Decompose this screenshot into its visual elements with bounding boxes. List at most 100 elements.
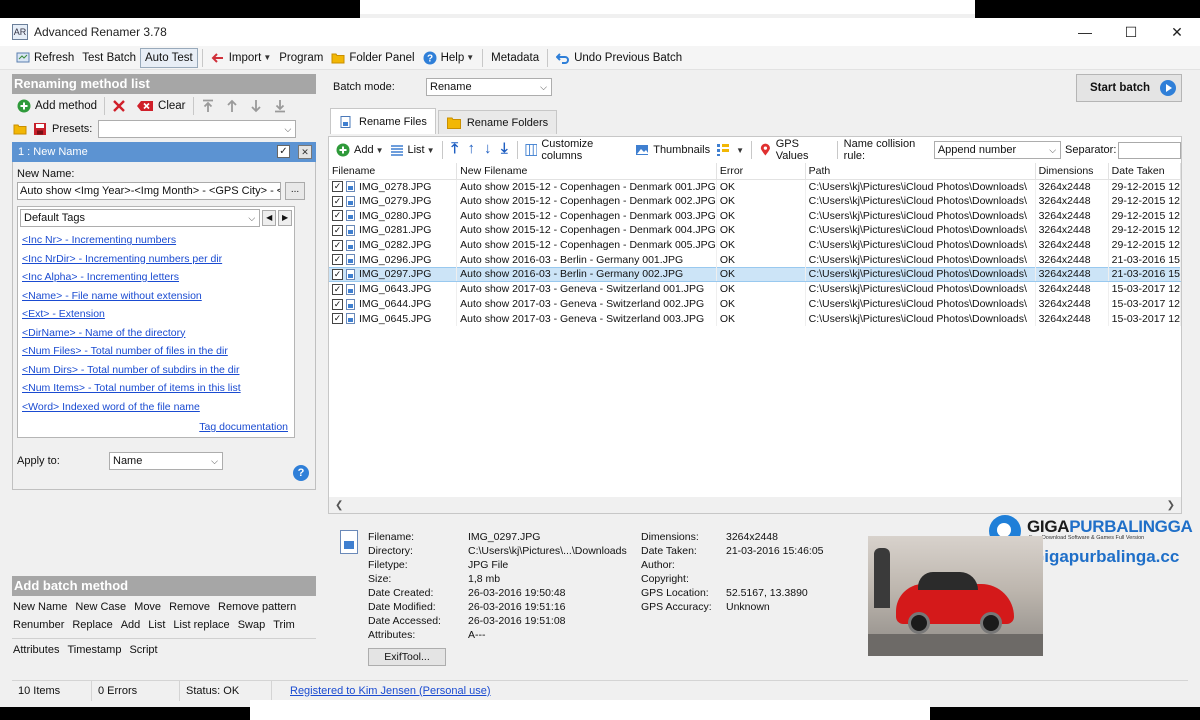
column-header-error[interactable]: Error xyxy=(716,163,806,180)
move-top-button[interactable] xyxy=(198,96,222,116)
start-batch-button[interactable]: Start batch xyxy=(1076,74,1182,102)
move-bottom-button[interactable] xyxy=(270,96,294,116)
method-timestamp[interactable]: Timestamp xyxy=(67,644,121,657)
row-checkbox[interactable]: ✓ xyxy=(332,210,343,222)
move-up-button[interactable] xyxy=(222,96,246,116)
table-row[interactable]: ✓ IMG_0278.JPG Auto show 2015-12 - Copenha… xyxy=(329,179,1182,194)
import-menu[interactable]: Import ▼ xyxy=(207,48,276,68)
scroll-right-icon[interactable]: ❯ xyxy=(1167,500,1175,511)
metadata-button[interactable]: Metadata xyxy=(487,48,543,68)
table-row[interactable]: ✓ IMG_0297.JPG Auto show 2016-03 - Berlin … xyxy=(329,266,1182,283)
table-row[interactable]: ✓ IMG_0282.JPG Auto show 2015-12 - Copenha… xyxy=(329,237,1182,253)
clear-button[interactable]: Clear xyxy=(133,96,188,116)
tag-link[interactable]: <Name> - File name without extension xyxy=(22,287,294,306)
test-batch-button[interactable]: Test Batch xyxy=(78,48,140,68)
row-checkbox[interactable]: ✓ xyxy=(332,225,343,237)
table-row[interactable]: ✓ IMG_0644.JPG Auto show 2017-03 - Geneva … xyxy=(329,296,1182,312)
tag-link[interactable]: <Num Dirs> - Total number of subdirs in … xyxy=(22,361,294,380)
method-attributes[interactable]: Attributes xyxy=(13,644,59,657)
close-button[interactable]: ✕ xyxy=(1154,18,1200,46)
row-checkbox[interactable]: ✓ xyxy=(332,195,343,207)
new-name-input[interactable]: Auto show <Img Year>-<Img Month> - <GPS … xyxy=(17,182,281,200)
column-header-path[interactable]: Path xyxy=(805,163,1036,180)
table-row[interactable]: ✓ IMG_0280.JPG Auto show 2015-12 - Copenha… xyxy=(329,208,1182,224)
method-remove[interactable]: Remove xyxy=(169,601,210,614)
row-checkbox[interactable]: ✓ xyxy=(332,254,343,266)
minimize-button[interactable]: — xyxy=(1062,18,1108,46)
tag-link[interactable]: <Ext> - Extension xyxy=(22,305,294,324)
maximize-button[interactable]: ☐ xyxy=(1108,18,1154,46)
refresh-button[interactable]: Refresh xyxy=(12,48,78,68)
method-script[interactable]: Script xyxy=(129,644,157,657)
registration-link[interactable]: Registered to Kim Jensen (Personal use) xyxy=(290,685,491,697)
tag-link[interactable]: <Inc NrDir> - Incrementing numbers per d… xyxy=(22,250,294,269)
column-header-dimensions[interactable]: Dimensions xyxy=(1035,163,1109,180)
tag-link[interactable]: <Word> Indexed word of the file name xyxy=(22,398,294,417)
tag-link[interactable]: <Num Items> - Total number of items in t… xyxy=(22,379,294,398)
tag-link[interactable]: <DirName> - Name of the directory xyxy=(22,324,294,343)
auto-test-toggle[interactable]: Auto Test xyxy=(139,47,198,68)
method-enabled-checkbox[interactable]: ✓ xyxy=(277,145,290,158)
save-icon[interactable] xyxy=(32,122,48,136)
arrow-up-icon[interactable]: ↑ xyxy=(463,141,480,159)
tag-link[interactable]: <Num Files> - Total number of files in t… xyxy=(22,342,294,361)
presets-dropdown[interactable]: ⌵ xyxy=(98,120,297,138)
collision-rule-dropdown[interactable]: Append number ⌵ xyxy=(933,141,1062,159)
list-menu[interactable]: List ▼ xyxy=(387,140,438,160)
row-checkbox[interactable]: ✓ xyxy=(332,269,343,281)
exiftool-button[interactable]: ExifTool... xyxy=(368,648,446,666)
tags-category-dropdown[interactable]: Default Tags ⌵ xyxy=(20,209,261,227)
apply-to-dropdown[interactable]: Name ⌵ xyxy=(109,452,223,470)
method-item-new-name[interactable]: 1 : New Name ✓ ✕ xyxy=(12,142,316,162)
separator-input[interactable] xyxy=(1118,141,1182,159)
open-folder-icon[interactable] xyxy=(12,122,28,136)
tab-rename-folders[interactable]: Rename Folders xyxy=(437,110,558,134)
customize-columns-button[interactable]: Customize columns xyxy=(522,138,633,162)
move-bottom-icon[interactable]: ⤓ xyxy=(496,141,513,159)
thumbnails-button[interactable]: Thumbnails xyxy=(632,140,713,160)
row-checkbox[interactable]: ✓ xyxy=(332,284,343,296)
program-button[interactable]: Program xyxy=(275,48,327,68)
table-row[interactable]: ✓ IMG_0643.JPG Auto show 2017-03 - Geneva … xyxy=(329,281,1182,297)
folder-panel-button[interactable]: Folder Panel xyxy=(327,48,418,68)
tag-documentation-link[interactable]: Tag documentation xyxy=(199,421,288,433)
method-list[interactable]: List xyxy=(148,619,165,632)
table-row[interactable]: ✓ IMG_0296.JPG Auto show 2016-03 - Berlin … xyxy=(329,252,1182,268)
undo-batch-button[interactable]: Undo Previous Batch xyxy=(552,48,686,68)
batch-mode-dropdown[interactable]: Rename ⌵ xyxy=(426,78,552,96)
move-down-button[interactable] xyxy=(246,96,270,116)
tab-rename-files[interactable]: Rename Files xyxy=(330,108,436,134)
add-files-menu[interactable]: Add ▼ xyxy=(333,140,387,160)
add-method-button[interactable]: Add method xyxy=(14,96,100,116)
gps-values-button[interactable]: GPS Values xyxy=(756,138,833,162)
row-checkbox[interactable]: ✓ xyxy=(332,298,343,310)
view-options-menu[interactable]: ▼ xyxy=(713,140,747,160)
method-remove-icon[interactable]: ✕ xyxy=(298,145,312,159)
move-top-icon[interactable]: ⤒ xyxy=(446,141,463,159)
help-icon[interactable]: ? xyxy=(293,465,309,481)
method-remove-pattern[interactable]: Remove pattern xyxy=(218,601,296,614)
scroll-left-icon[interactable]: ❮ xyxy=(335,500,343,511)
row-checkbox[interactable]: ✓ xyxy=(332,313,343,325)
method-list-replace[interactable]: List replace xyxy=(173,619,229,632)
help-menu[interactable]: ? Help ▼ xyxy=(419,48,479,68)
table-row[interactable]: ✓ IMG_0281.JPG Auto show 2015-12 - Copenha… xyxy=(329,223,1182,238)
column-header-filename[interactable]: Filename xyxy=(329,163,458,180)
delete-method-button[interactable] xyxy=(109,96,133,116)
row-checkbox[interactable]: ✓ xyxy=(332,239,343,251)
tags-prev-button[interactable]: ◀ xyxy=(262,210,277,226)
column-header-new-filename[interactable]: New Filename xyxy=(456,163,717,180)
method-add[interactable]: Add xyxy=(121,619,141,632)
tag-link[interactable]: <Inc Nr> - Incrementing numbers xyxy=(22,231,294,250)
method-new-name[interactable]: New Name xyxy=(13,601,67,614)
method-trim[interactable]: Trim xyxy=(273,619,295,632)
tag-link[interactable]: <Inc Alpha> - Incrementing letters xyxy=(22,268,294,287)
arrow-down-icon[interactable]: ↓ xyxy=(480,141,497,159)
method-replace[interactable]: Replace xyxy=(72,619,112,632)
horizontal-scrollbar[interactable]: ❮ ❯ xyxy=(329,497,1181,513)
column-header-date-taken[interactable]: Date Taken xyxy=(1108,163,1182,180)
method-renumber[interactable]: Renumber xyxy=(13,619,64,632)
table-row[interactable]: ✓ IMG_0279.JPG Auto show 2015-12 - Copenha… xyxy=(329,193,1182,209)
table-row[interactable]: ✓ IMG_0645.JPG Auto show 2017-03 - Geneva … xyxy=(329,311,1182,326)
method-new-case[interactable]: New Case xyxy=(75,601,126,614)
